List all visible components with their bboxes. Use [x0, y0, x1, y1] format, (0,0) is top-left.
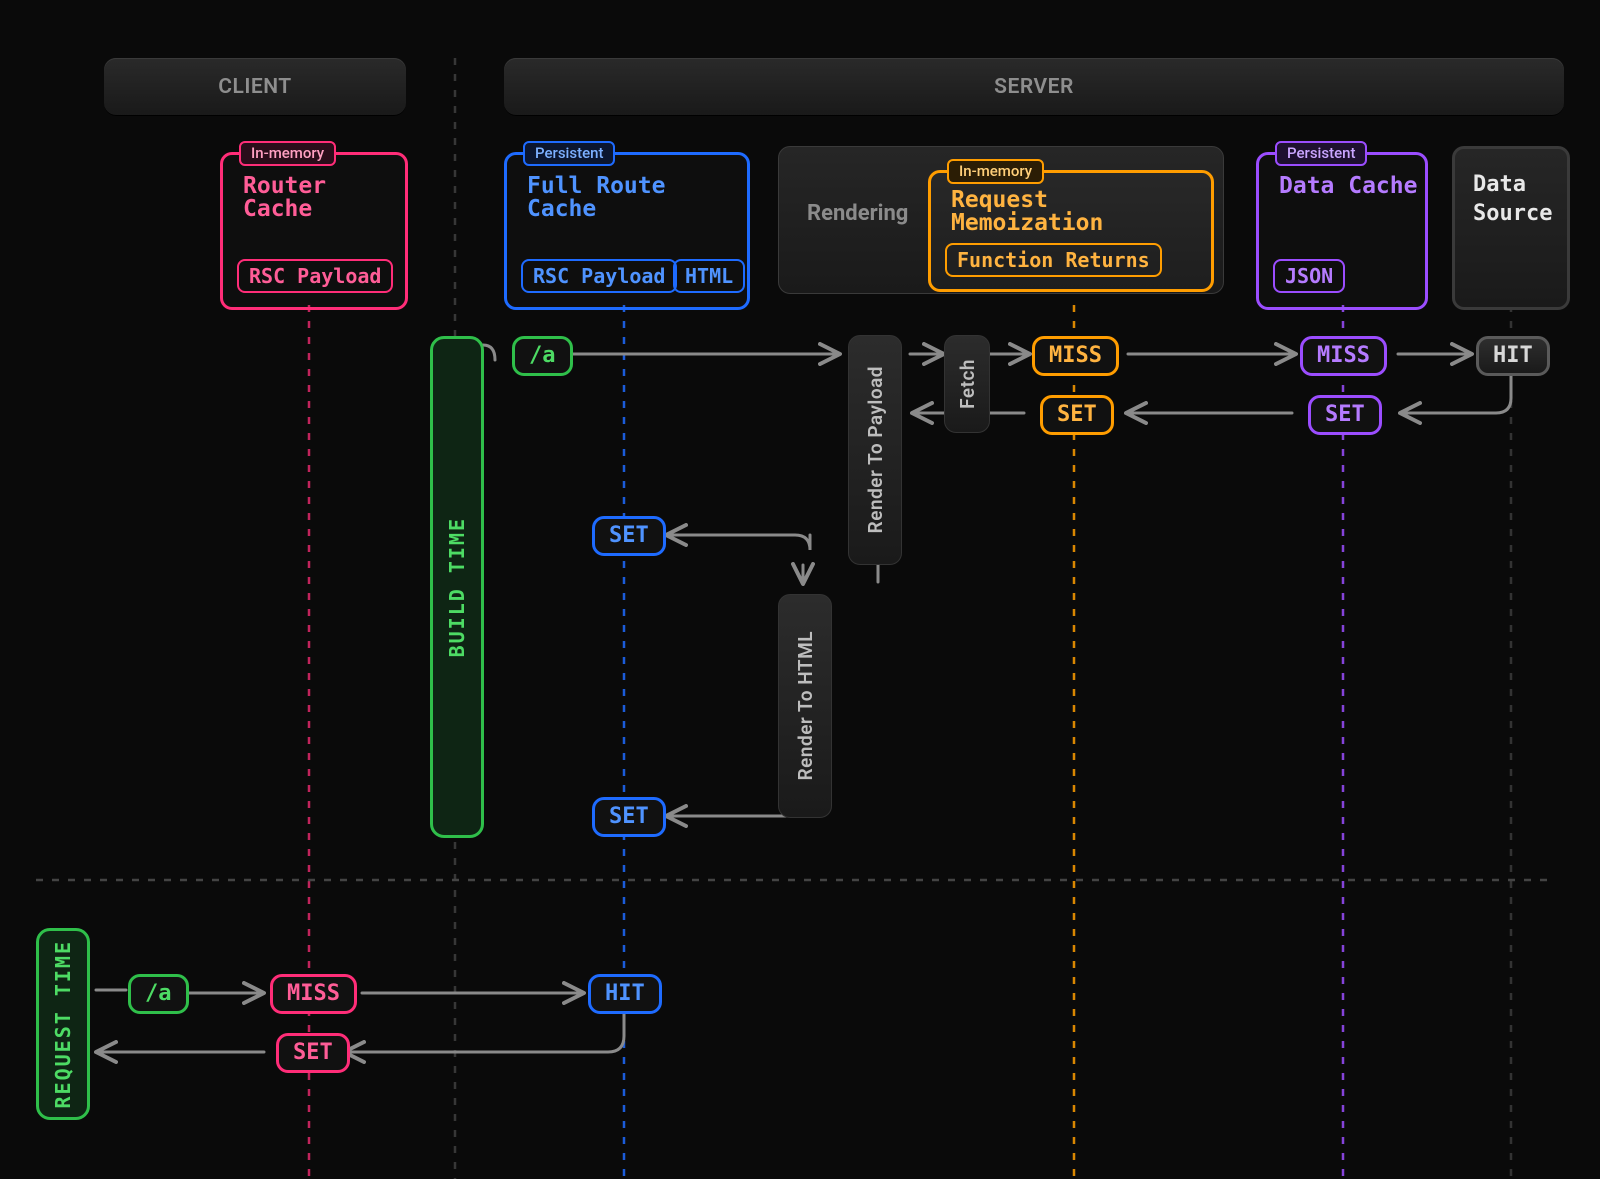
data-source-title: Data Source	[1473, 171, 1567, 228]
data-set-pill: SET	[1308, 395, 1382, 435]
rendering-label: Rendering	[807, 203, 908, 225]
full-route-cache-title: Full Route Cache	[527, 175, 747, 221]
fetch-box: Fetch	[944, 335, 990, 433]
full-route-cache-panel: Persistent Full Route Cache RSC Payload …	[504, 152, 750, 310]
router-cache-title: Router Cache	[243, 175, 405, 221]
router-cache-panel: In-memory Router Cache RSC Payload	[220, 152, 408, 310]
router-cache-chip-rsc: RSC Payload	[237, 259, 393, 293]
data-miss-pill: MISS	[1300, 336, 1387, 376]
render-to-payload-box: Render To Payload	[848, 335, 902, 565]
memo-miss-pill: MISS	[1032, 336, 1119, 376]
full-route-cache-chip-html: HTML	[673, 259, 745, 293]
data-cache-badge: Persistent	[1275, 141, 1367, 166]
full-cache-set-payload-pill: SET	[592, 516, 666, 556]
memo-set-pill: SET	[1040, 395, 1114, 435]
data-cache-chip: JSON	[1273, 259, 1345, 293]
request-memoization-badge: In-memory	[947, 159, 1044, 184]
full-route-cache-chip-rsc: RSC Payload	[521, 259, 677, 293]
full-route-cache-badge: Persistent	[523, 141, 615, 166]
request-time-bar: REQUEST TIME	[36, 928, 90, 1120]
full-cache-hit-pill: HIT	[588, 974, 662, 1014]
router-cache-badge: In-memory	[239, 141, 336, 166]
build-time-label: BUILD TIME	[447, 517, 467, 657]
source-hit-pill: HIT	[1476, 336, 1550, 376]
request-time-label: REQUEST TIME	[53, 940, 73, 1109]
request-memoization-panel: In-memory Request Memoization Function R…	[928, 170, 1214, 292]
full-cache-set-html-pill: SET	[592, 797, 666, 837]
request-memoization-title: Request Memoization	[951, 189, 1211, 235]
render-to-html-box: Render To HTML	[778, 594, 832, 818]
router-set-pill: SET	[276, 1033, 350, 1073]
data-cache-title: Data Cache	[1279, 175, 1417, 198]
request-memoization-chip: Function Returns	[945, 243, 1162, 277]
route-a-request: /a	[128, 974, 189, 1014]
router-miss-pill: MISS	[270, 974, 357, 1014]
build-time-bar: BUILD TIME	[430, 336, 484, 838]
route-a-build: /a	[512, 336, 573, 376]
data-source-panel: Data Source	[1452, 146, 1570, 310]
data-cache-panel: Persistent Data Cache JSON	[1256, 152, 1428, 310]
